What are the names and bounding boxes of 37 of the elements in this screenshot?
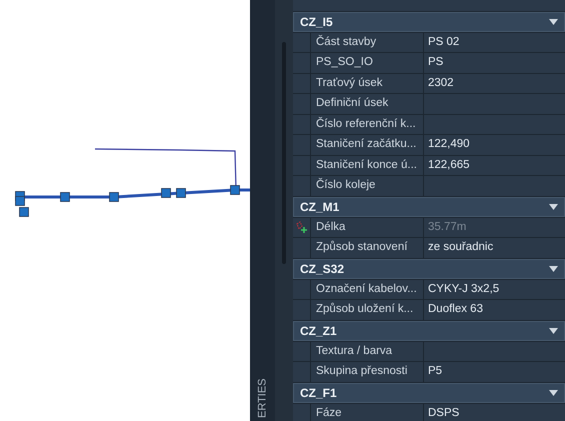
property-value[interactable]: 122,665 bbox=[428, 158, 470, 170]
property-label: Textura / barva bbox=[310, 342, 423, 361]
category-header[interactable]: CZ_F1 bbox=[293, 382, 565, 402]
caret-icon[interactable] bbox=[549, 328, 558, 334]
property-value[interactable]: PS 02 bbox=[428, 36, 460, 48]
property-label: Část stavby bbox=[310, 32, 423, 52]
property-label: Číslo koleje bbox=[310, 176, 423, 196]
quick-select-icon[interactable] bbox=[296, 221, 308, 234]
property-value[interactable]: 122,490 bbox=[428, 138, 470, 150]
caret-icon[interactable] bbox=[549, 204, 558, 210]
category-header[interactable]: CZ_M1 bbox=[293, 196, 565, 216]
property-label: Délka bbox=[310, 218, 423, 237]
property-label: Staničení začátku... bbox=[310, 135, 423, 154]
property-value[interactable]: P5 bbox=[428, 365, 442, 377]
property-label: Skupina přesnosti bbox=[310, 362, 423, 382]
property-value[interactable]: ze souřadnic bbox=[428, 241, 494, 253]
caret-icon[interactable] bbox=[549, 266, 558, 272]
palette-tab-title[interactable]: ERTIES bbox=[254, 378, 271, 418]
category-header[interactable]: CZ_Z1 bbox=[293, 320, 565, 340]
property-label: Fáze bbox=[310, 404, 423, 421]
caret-icon[interactable] bbox=[549, 18, 558, 24]
category-header[interactable]: CZ_S32 bbox=[293, 258, 565, 278]
caret-icon[interactable] bbox=[549, 390, 558, 396]
property-value[interactable]: CYKY-J 3x2,5 bbox=[428, 282, 500, 294]
property-label: Číslo referenční k... bbox=[310, 114, 423, 134]
property-label: Staničení konce ú... bbox=[310, 156, 423, 175]
property-label: Způsob uložení k... bbox=[310, 300, 423, 320]
property-label: Definiční úsek bbox=[310, 94, 423, 114]
property-label: Způsob stanovení bbox=[310, 238, 423, 258]
property-label: PS_SO_IO bbox=[310, 53, 423, 72]
property-label: Označení kabelov... bbox=[310, 280, 423, 299]
category-header[interactable]: CZ_I5 bbox=[293, 12, 565, 32]
property-value[interactable]: DSPS bbox=[428, 406, 460, 418]
property-label: Traťový úsek bbox=[310, 74, 423, 93]
property-value[interactable]: PS bbox=[428, 56, 444, 68]
property-value[interactable]: 2302 bbox=[428, 76, 454, 88]
property-value[interactable]: Duoflex 63 bbox=[428, 303, 483, 315]
